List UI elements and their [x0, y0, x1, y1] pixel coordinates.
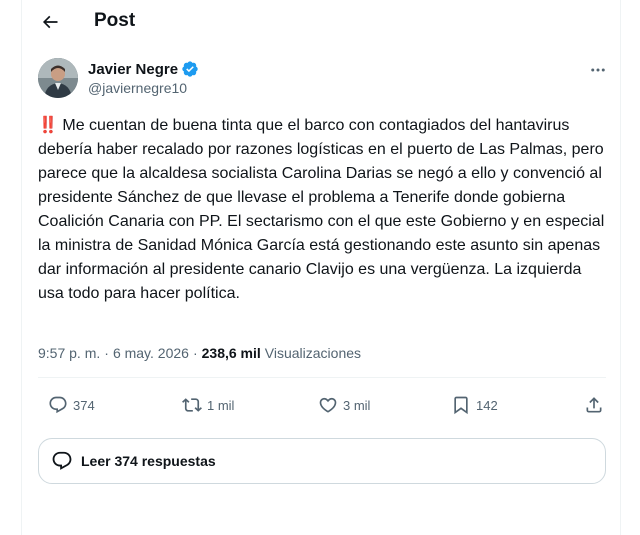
- repost-button[interactable]: 1 mil: [182, 395, 234, 415]
- bookmark-count: 142: [476, 397, 498, 413]
- display-name[interactable]: Javier Negre: [88, 61, 178, 78]
- user-handle[interactable]: @javiernegre10: [88, 80, 187, 96]
- tweet-time[interactable]: 9:57 p. m.: [38, 345, 100, 361]
- views-label: Visualizaciones: [264, 345, 362, 361]
- divider: [38, 377, 606, 378]
- more-horizontal-icon: [591, 68, 605, 72]
- tweet-meta: 9:57 p. m. · 6 may. 2026 · 238,6 mil Vis…: [38, 345, 361, 361]
- page-title: Post: [94, 10, 136, 31]
- reply-icon: [49, 396, 67, 414]
- share-icon: [586, 397, 602, 413]
- reply-icon: [52, 451, 72, 470]
- double-exclamation-emoji: ‼️: [38, 117, 58, 134]
- share-button[interactable]: [584, 395, 604, 415]
- arrow-left-icon: [42, 15, 58, 29]
- tweet-body: Me cuentan de buena tinta que el barco c…: [38, 117, 605, 302]
- avatar-image: [38, 58, 78, 98]
- post-header: Post: [22, 0, 622, 44]
- meta-separator: ·: [192, 345, 198, 361]
- read-replies-label: Leer 374 respuestas: [81, 453, 216, 469]
- tweet-text: ‼️ Me cuentan de buena tinta que el barc…: [38, 114, 610, 306]
- reply-count: 374: [73, 397, 95, 413]
- name-row: Javier Negre: [88, 60, 199, 78]
- more-options-button[interactable]: [588, 60, 608, 80]
- read-replies-button[interactable]: Leer 374 respuestas: [38, 438, 606, 484]
- verified-badge-icon: [182, 61, 198, 77]
- tweet-author: Javier Negre @javiernegre10: [22, 58, 622, 104]
- action-bar: 374 1 mil 3 mil 142: [38, 392, 606, 422]
- avatar[interactable]: [38, 58, 78, 98]
- bookmark-icon: [454, 396, 468, 415]
- bookmark-button[interactable]: 142: [451, 395, 498, 415]
- like-count: 3 mil: [343, 397, 371, 413]
- reply-button[interactable]: 374: [48, 395, 95, 415]
- meta-separator: ·: [104, 345, 109, 361]
- heart-icon: [319, 397, 337, 413]
- repost-icon: [182, 398, 202, 412]
- back-button[interactable]: [34, 6, 66, 38]
- tweet-date[interactable]: 6 may. 2026: [113, 345, 189, 361]
- like-button[interactable]: 3 mil: [318, 395, 370, 415]
- views-count: 238,6 mil: [201, 345, 261, 361]
- post-column: Post Javier Negre @javiernegre10 ‼️ Me c…: [21, 0, 621, 535]
- repost-count: 1 mil: [207, 397, 235, 413]
